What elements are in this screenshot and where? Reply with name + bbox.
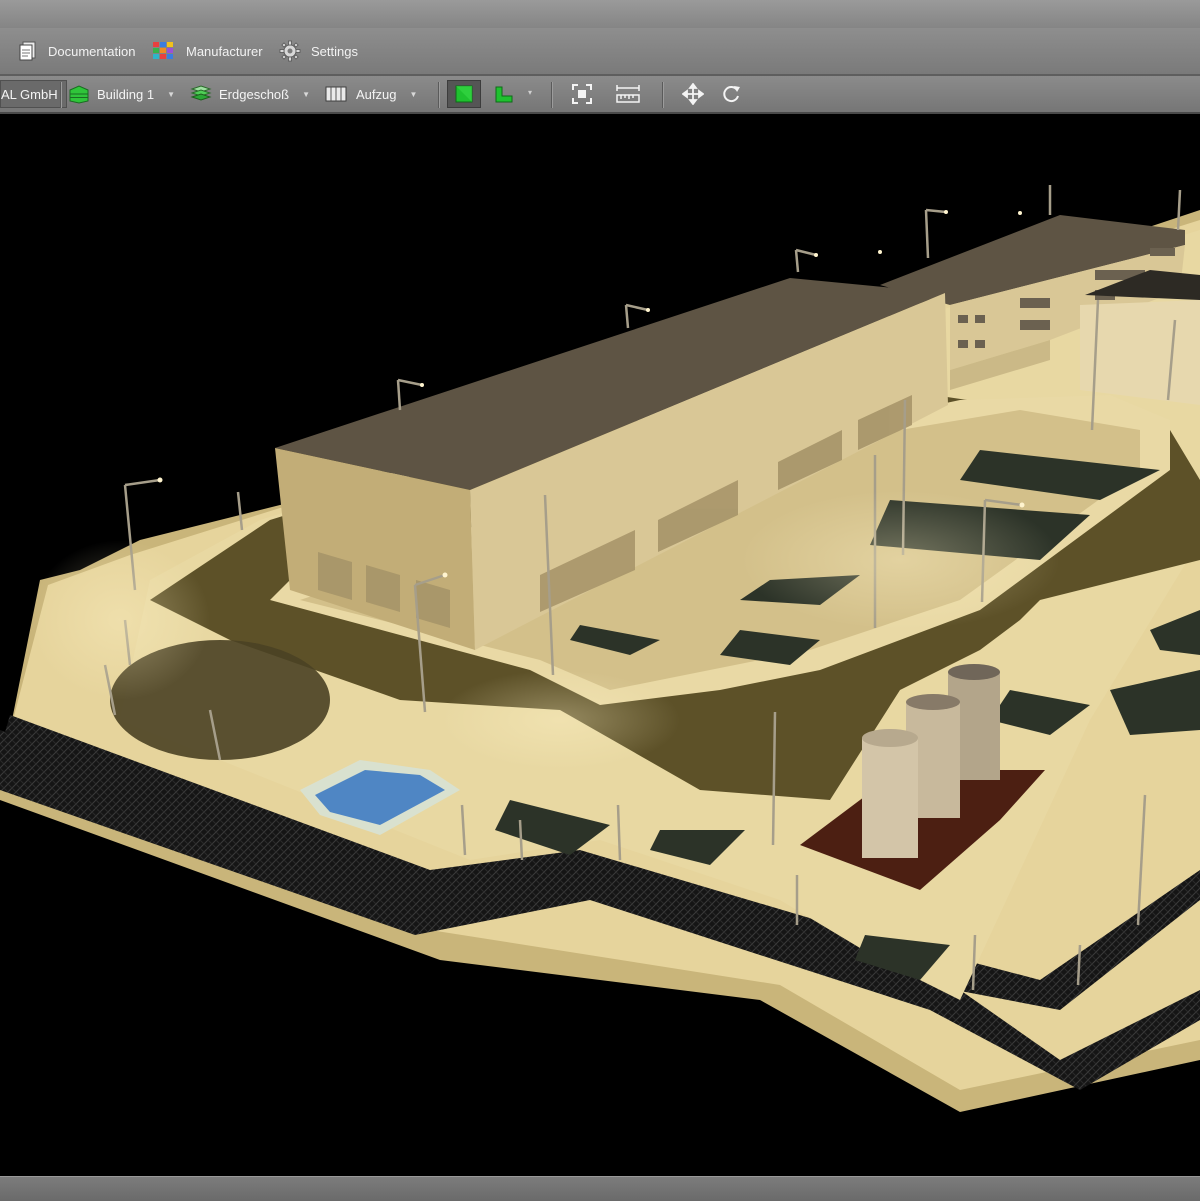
chevron-down-icon: ▼ xyxy=(167,89,176,99)
measure-button[interactable] xyxy=(611,80,645,108)
rotate-button[interactable] xyxy=(714,80,748,108)
company-label: AL GmbH xyxy=(1,86,58,102)
settings-label: Settings xyxy=(311,43,358,59)
documentation-icon xyxy=(19,41,36,61)
floor-plan-icon xyxy=(495,86,513,103)
room-icon xyxy=(325,86,347,102)
3d-viewport[interactable] xyxy=(0,114,1200,1176)
zoom-fit-icon xyxy=(572,84,592,104)
chevron-down-icon: ▼ xyxy=(409,89,418,99)
gear-icon xyxy=(279,40,301,62)
status-bar xyxy=(0,1176,1200,1201)
zoom-fit-button[interactable] xyxy=(565,80,599,108)
company-selector[interactable]: AL GmbH xyxy=(0,80,67,108)
building-label: Building 1 xyxy=(97,86,155,102)
room-selector[interactable]: Aufzug ▼ xyxy=(323,80,417,108)
floor-icon xyxy=(190,85,212,101)
documentation-menu[interactable]: Documentation xyxy=(18,38,135,64)
floor-selector[interactable]: Erdgeschoß ▼ xyxy=(190,80,310,108)
move-icon xyxy=(682,83,704,105)
window-title-strip xyxy=(0,0,1200,29)
chevron-down-icon[interactable]: ▾ xyxy=(528,88,532,97)
toolbar: AL GmbH Building 1 ▼ Erdgeschoß ▼ Aufzug… xyxy=(0,76,1200,114)
toolbar-separator xyxy=(551,82,553,108)
move-button[interactable] xyxy=(676,80,710,108)
chevron-down-icon: ▼ xyxy=(302,89,311,99)
settings-menu[interactable]: Settings xyxy=(279,38,358,64)
measure-icon xyxy=(616,85,640,103)
toolbar-separator xyxy=(438,82,440,108)
site-3d-render xyxy=(0,185,1200,1175)
manufacturer-menu[interactable]: Manufacturer xyxy=(152,38,263,64)
documentation-label: Documentation xyxy=(48,43,136,59)
building-icon xyxy=(69,85,89,104)
floor-label: Erdgeschoß xyxy=(219,86,290,102)
floor-plan-button[interactable] xyxy=(487,80,521,108)
rotate-icon xyxy=(723,86,740,103)
room-label: Aufzug xyxy=(356,86,397,102)
building-selector[interactable]: Building 1 ▼ xyxy=(68,80,175,108)
3d-view-icon xyxy=(455,85,473,103)
toolbar-separator xyxy=(662,82,664,108)
manufacturer-label: Manufacturer xyxy=(186,43,263,59)
3d-view-button[interactable] xyxy=(447,80,481,108)
manufacturer-icon xyxy=(153,42,173,59)
ribbon: Documentation Manufacturer Settings xyxy=(0,28,1200,76)
toolbar-separator xyxy=(60,82,62,108)
